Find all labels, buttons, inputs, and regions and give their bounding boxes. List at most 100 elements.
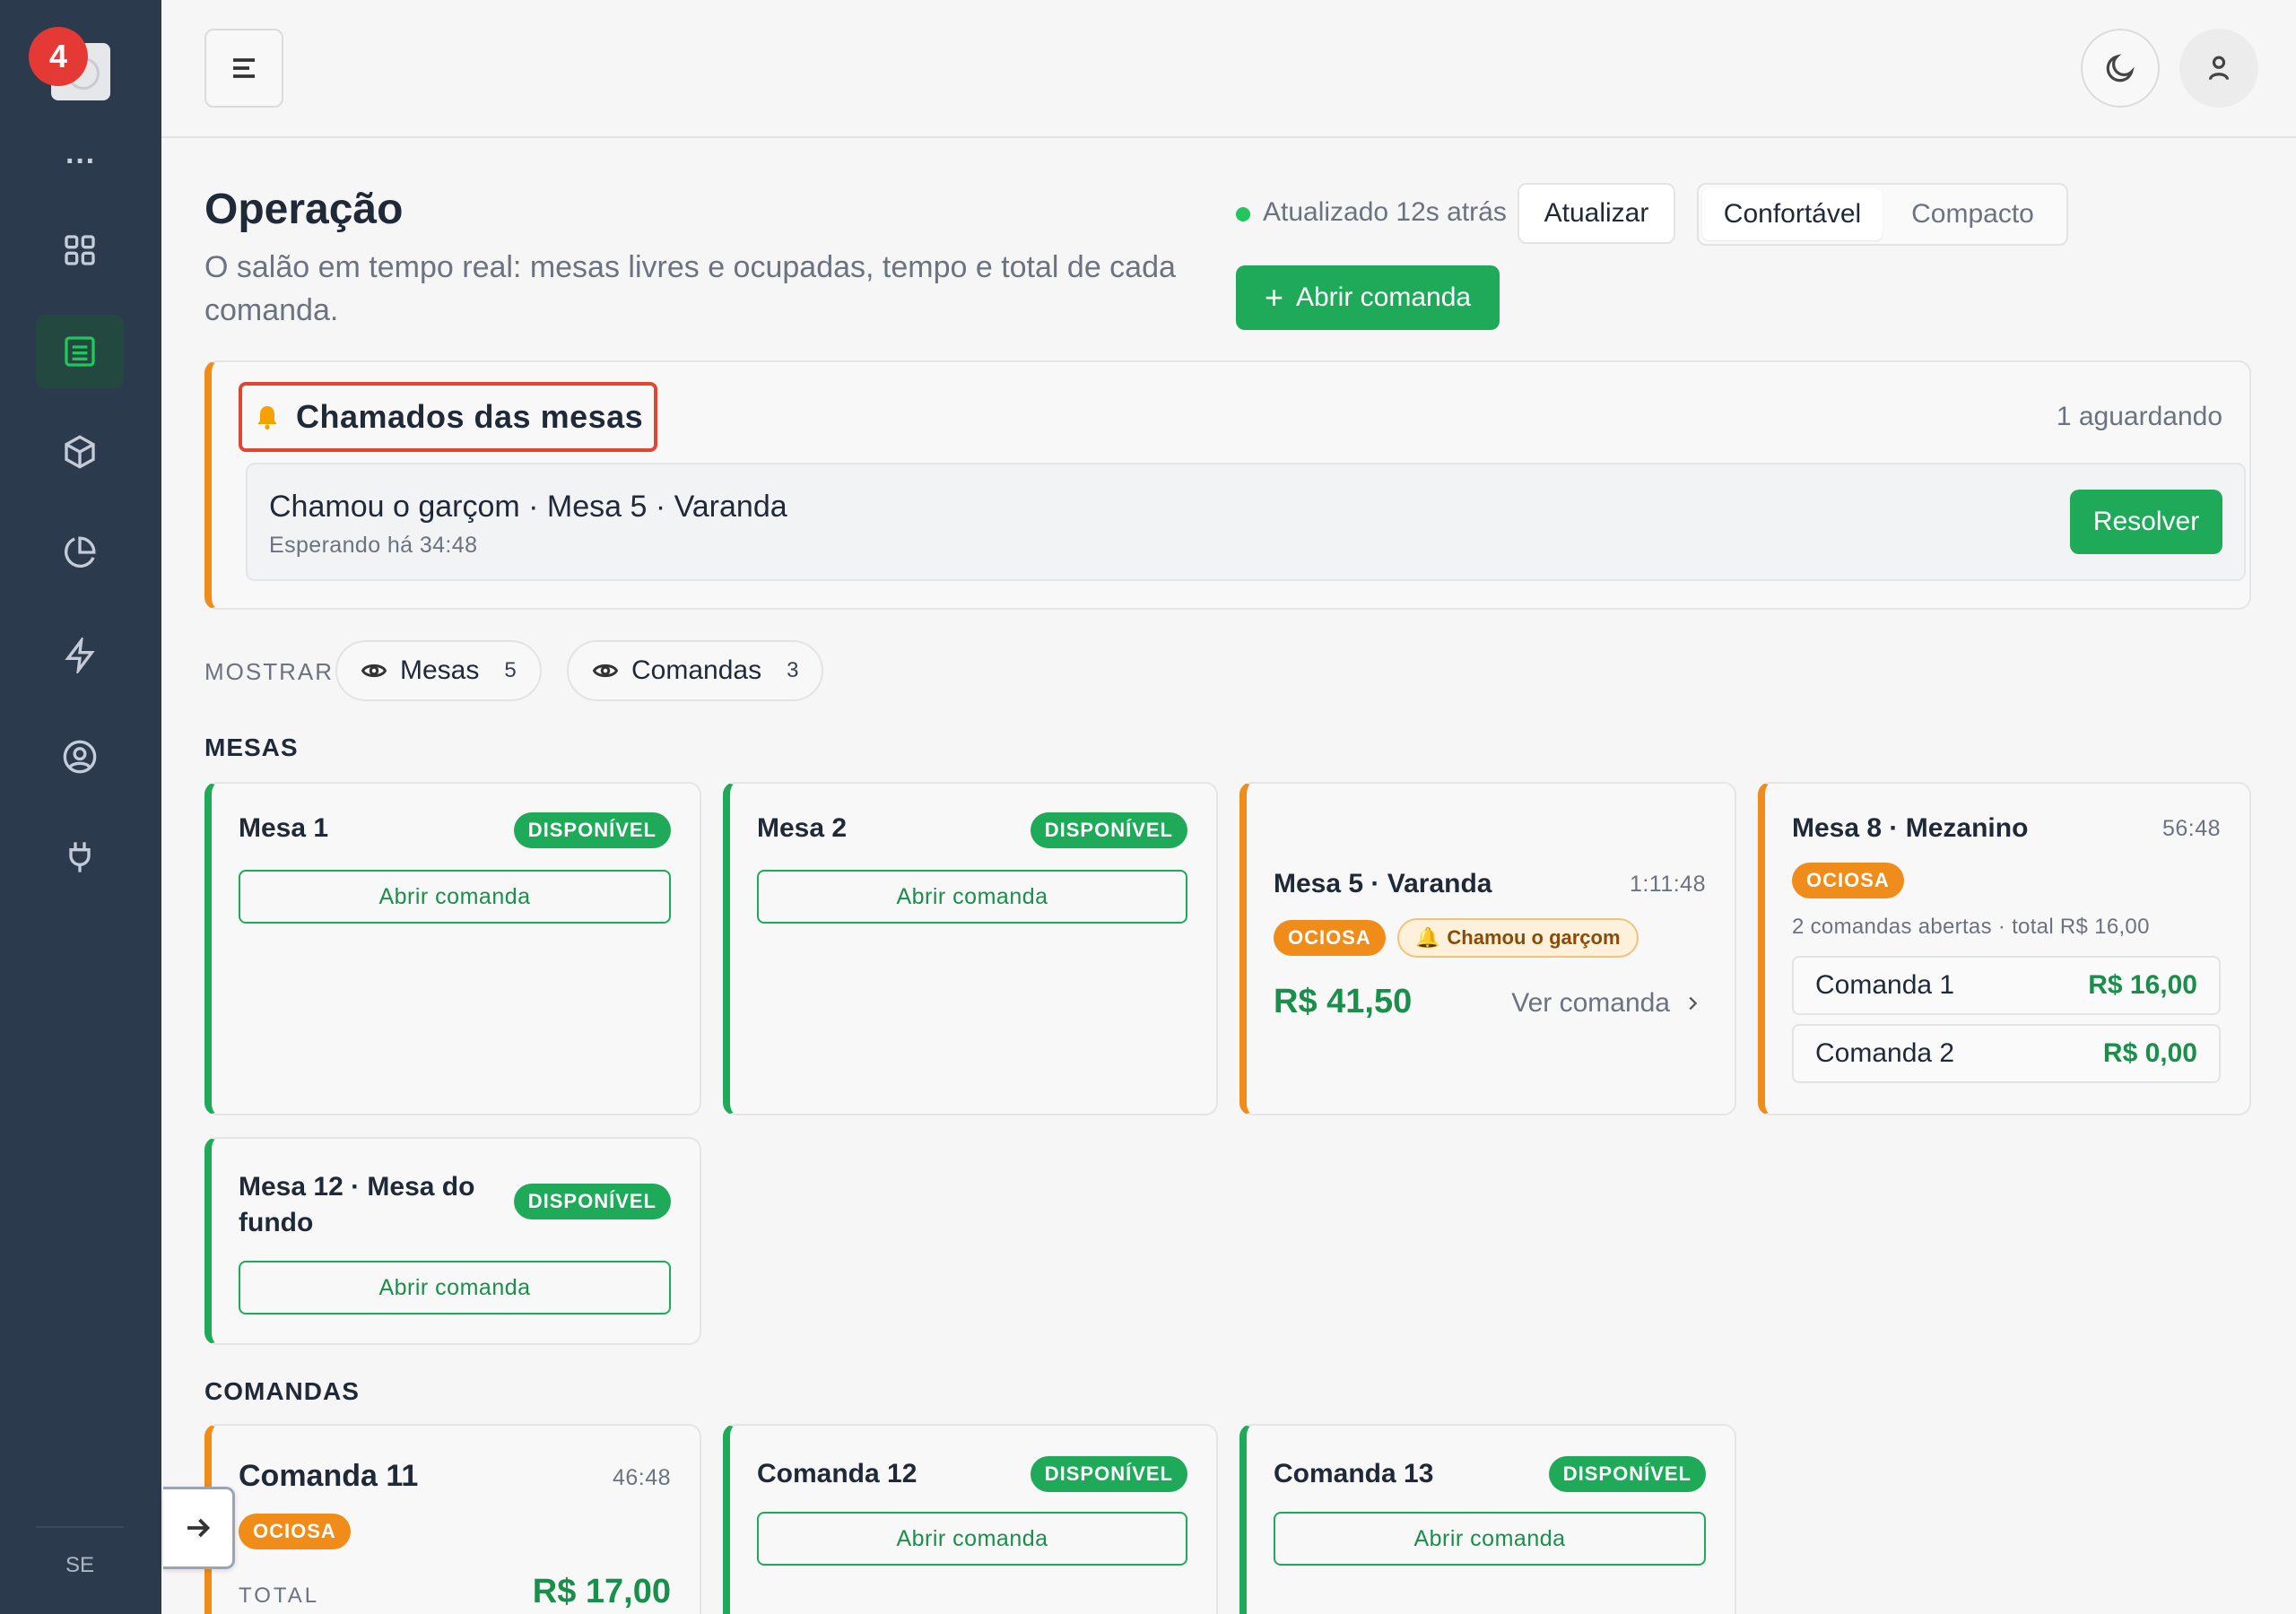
order-name: Comanda 13 xyxy=(1274,1459,1434,1488)
density-compact[interactable]: Compacto xyxy=(1883,188,2063,240)
show-label: MOSTRAR xyxy=(204,658,334,685)
order-card[interactable]: Comanda 11 46:48 OCIOSA TOTAL R$ 17,00 xyxy=(204,1424,701,1614)
sidebar-item-automations[interactable] xyxy=(36,619,124,692)
grid-icon xyxy=(65,235,95,265)
order-name: Comanda 12 xyxy=(757,1459,918,1488)
call-item: Chamou o garçom · Mesa 5 · Varanda Esper… xyxy=(246,463,2246,581)
waiter-call-tag: 🔔 Chamou o garçom xyxy=(1397,918,1639,958)
notification-badge[interactable]: 4 xyxy=(29,27,88,86)
table-card[interactable]: Mesa 8 · Mezanino 56:48 OCIOSA 2 comanda… xyxy=(1758,782,2251,1115)
status-badge: OCIOSA xyxy=(1274,920,1386,956)
refresh-button[interactable]: Atualizar xyxy=(1518,183,1675,244)
orders-section-title: COMANDAS xyxy=(204,1377,360,1405)
density-toggle: Confortável Compacto xyxy=(1697,183,2068,246)
sub-order-name: Comanda 1 xyxy=(1815,970,1955,1000)
chip-label: Mesas xyxy=(400,655,480,685)
density-comfortable[interactable]: Confortável xyxy=(1702,188,1883,240)
resolve-button[interactable]: Resolver xyxy=(2070,490,2222,554)
elapsed-time: 46:48 xyxy=(612,1465,671,1490)
elapsed-time: 56:48 xyxy=(2161,816,2221,841)
expand-sidebar-button[interactable] xyxy=(163,1487,235,1569)
box-icon xyxy=(65,435,95,469)
status-badge: DISPONÍVEL xyxy=(513,812,671,848)
table-total: R$ 41,50 xyxy=(1274,983,1413,1020)
status-badge: OCIOSA xyxy=(239,1514,351,1549)
sub-order-row[interactable]: Comanda 1 R$ 16,00 xyxy=(1792,956,2221,1015)
chip-label: Comandas xyxy=(631,655,762,685)
sub-order-value: R$ 0,00 xyxy=(2102,1038,2197,1068)
filter-chip-tables[interactable]: Mesas 5 xyxy=(335,640,542,701)
orders-summary: 2 comandas abertas · total R$ 16,00 xyxy=(1792,915,2150,939)
sidebar-divider xyxy=(36,1526,124,1528)
calls-title: Chamados das mesas xyxy=(296,398,644,435)
theme-toggle-button[interactable] xyxy=(2081,29,2160,108)
user-icon xyxy=(2208,56,2230,81)
sub-order-value: R$ 16,00 xyxy=(2088,970,2197,1000)
open-order-button[interactable]: Abrir comanda xyxy=(239,1261,671,1315)
sidebar-item-reports[interactable] xyxy=(36,516,124,589)
sub-order-row[interactable]: Comanda 2 R$ 0,00 xyxy=(1792,1024,2221,1083)
elapsed-time: 1:11:48 xyxy=(1629,872,1706,897)
filter-chip-orders[interactable]: Comandas 3 xyxy=(567,640,824,701)
live-status-dot xyxy=(1236,207,1250,221)
table-name: Mesa 1 xyxy=(239,813,329,843)
status-badge: DISPONÍVEL xyxy=(1548,1456,1706,1492)
table-name: Mesa 2 xyxy=(757,813,848,843)
open-order-button[interactable]: + Abrir comanda xyxy=(1236,265,1500,330)
table-calls-panel: Chamados das mesas 1 aguardando Chamou o… xyxy=(204,360,2251,610)
sidebar-user-initials[interactable]: SE xyxy=(36,1553,124,1578)
eye-icon xyxy=(592,664,619,678)
chevron-right-icon xyxy=(1689,996,1698,1011)
plus-icon: + xyxy=(1264,279,1283,316)
moon-icon xyxy=(2106,54,2135,82)
total-label: TOTAL xyxy=(239,1584,320,1608)
open-order-button[interactable]: Abrir comanda xyxy=(757,1512,1187,1566)
menu-button[interactable] xyxy=(204,29,283,108)
table-card[interactable]: Mesa 12 · Mesa do fundo DISPONÍVEL Abrir… xyxy=(204,1137,701,1345)
call-tag-label: Chamou o garçom xyxy=(1447,926,1621,949)
status-badge: DISPONÍVEL xyxy=(513,1184,671,1219)
order-name: Comanda 11 xyxy=(239,1459,419,1493)
user-circle-icon xyxy=(63,740,97,774)
sidebar-item-dashboard[interactable] xyxy=(36,213,124,287)
top-bar xyxy=(161,0,2296,138)
bell-icon xyxy=(257,406,277,430)
eye-icon xyxy=(361,664,387,678)
more-icon[interactable]: ··· xyxy=(63,146,99,179)
chip-count: 5 xyxy=(504,658,517,682)
view-order-link[interactable]: Ver comanda xyxy=(1511,988,1702,1019)
open-order-button[interactable]: Abrir comanda xyxy=(757,870,1187,924)
tables-section-title: MESAS xyxy=(204,733,299,761)
bell-icon: 🔔 xyxy=(1415,926,1440,949)
table-name: Mesa 12 · Mesa do fundo xyxy=(239,1172,475,1237)
menu-icon xyxy=(233,58,255,78)
open-order-button[interactable]: Abrir comanda xyxy=(1274,1512,1706,1566)
page-title: Operação xyxy=(204,186,404,233)
call-wait-time: Esperando há 34:48 xyxy=(269,533,478,558)
page-subtitle: O salão em tempo real: mesas livres e oc… xyxy=(204,250,1176,327)
open-order-label: Abrir comanda xyxy=(1295,282,1472,312)
user-menu-button[interactable] xyxy=(2179,29,2258,108)
sidebar-item-users[interactable] xyxy=(36,720,124,794)
call-text: Chamou o garçom · Mesa 5 · Varanda xyxy=(269,490,787,524)
open-order-button[interactable]: Abrir comanda xyxy=(239,870,671,924)
status-badge: DISPONÍVEL xyxy=(1030,812,1187,848)
table-name: Mesa 5 · Varanda xyxy=(1274,869,1492,898)
view-order-label: Ver comanda xyxy=(1511,988,1670,1018)
update-status: Atualizado 12s atrás xyxy=(1263,197,1507,227)
sidebar-item-products[interactable] xyxy=(36,415,124,489)
order-card[interactable]: Comanda 12 DISPONÍVEL Abrir comanda xyxy=(723,1424,1218,1614)
sidebar-item-operations[interactable] xyxy=(36,315,124,388)
sub-order-name: Comanda 2 xyxy=(1815,1038,1955,1068)
table-card[interactable]: Mesa 1 DISPONÍVEL Abrir comanda xyxy=(204,782,701,1115)
arrow-right-icon xyxy=(187,1518,210,1538)
pie-chart-icon xyxy=(65,536,96,568)
calls-count: 1 aguardando xyxy=(2056,402,2222,431)
table-name: Mesa 8 · Mezanino xyxy=(1792,813,2029,843)
order-card[interactable]: Comanda 13 DISPONÍVEL Abrir comanda xyxy=(1239,1424,1736,1614)
table-card[interactable]: Mesa 5 · Varanda 1:11:48 OCIOSA 🔔 Chamou… xyxy=(1239,782,1736,1115)
bolt-icon xyxy=(65,638,95,673)
sidebar-item-integrations[interactable] xyxy=(36,820,124,894)
status-badge: OCIOSA xyxy=(1792,863,1904,898)
table-card[interactable]: Mesa 2 DISPONÍVEL Abrir comanda xyxy=(723,782,1218,1115)
